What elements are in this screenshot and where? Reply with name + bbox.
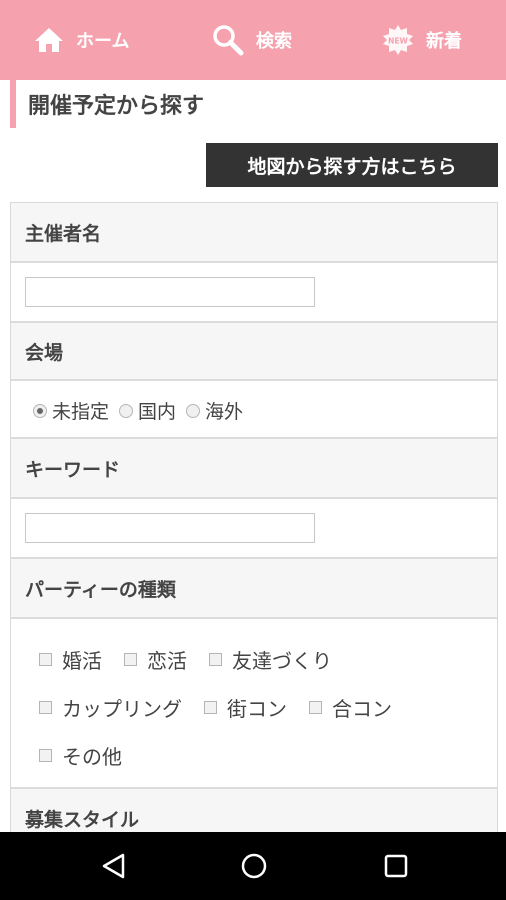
keyword-input[interactable]	[25, 513, 315, 543]
radio-button[interactable]	[119, 403, 134, 418]
nav-new[interactable]: NEW 新着	[382, 0, 462, 80]
venue-option-label: 国内	[138, 401, 177, 423]
checkbox[interactable]	[209, 652, 222, 666]
party-type-option-label: その他	[62, 744, 122, 769]
nav-search[interactable]: 検索	[212, 0, 292, 80]
circle-home-icon	[241, 853, 267, 879]
venue-option-domestic[interactable]: 国内	[119, 397, 176, 424]
party-type-option-label: カップリング	[62, 696, 182, 721]
venue-row: 未指定 国内 海外	[11, 381, 497, 439]
keyword-label: キーワード	[11, 439, 497, 499]
venue-radio-group: 未指定 国内 海外	[33, 397, 253, 424]
page-title: 開催予定から探す	[10, 80, 506, 128]
venue-option-overseas[interactable]: 海外	[186, 397, 243, 424]
checkbox[interactable]	[39, 652, 52, 666]
back-icon	[102, 853, 125, 879]
new-badge-text: NEW	[388, 37, 408, 46]
new-badge-icon: NEW	[382, 24, 414, 56]
radio-button[interactable]	[33, 403, 47, 418]
search-icon	[212, 24, 244, 56]
party-type-option[interactable]: 恋活	[124, 645, 187, 674]
party-type-option[interactable]: その他	[39, 741, 122, 770]
party-type-option-label: 婚活	[62, 648, 102, 673]
keyword-row	[11, 499, 497, 559]
venue-label: 会場	[11, 323, 497, 381]
checkbox[interactable]	[309, 700, 322, 714]
venue-option-label: 海外	[205, 401, 244, 423]
party-type-option-label: 友達づくり	[232, 648, 332, 673]
system-navigation-bar	[0, 832, 506, 900]
organizer-label: 主催者名	[11, 203, 497, 263]
recents-button[interactable]	[382, 852, 410, 880]
party-type-row: 婚活 恋活 友達づくり カップリング 街コン 合コン その他	[11, 619, 497, 789]
nav-new-label: 新着	[426, 31, 462, 52]
top-navigation: ホーム 検索 NEW 新着	[0, 0, 506, 80]
back-button[interactable]	[100, 852, 128, 880]
party-type-option[interactable]: 婚活	[39, 645, 102, 674]
recents-icon	[384, 854, 408, 878]
party-type-option[interactable]: 友達づくり	[209, 645, 332, 674]
party-type-option[interactable]: 合コン	[309, 693, 392, 722]
party-type-option[interactable]: 街コン	[204, 693, 287, 722]
checkbox[interactable]	[124, 652, 137, 666]
checkbox[interactable]	[39, 748, 52, 762]
nav-home[interactable]: ホーム	[34, 0, 129, 80]
home-button[interactable]	[240, 852, 268, 880]
party-type-option[interactable]: カップリング	[39, 693, 182, 722]
checkbox[interactable]	[39, 700, 52, 714]
organizer-row	[11, 263, 497, 323]
home-icon	[34, 27, 64, 53]
organizer-input[interactable]	[25, 277, 315, 307]
venue-option-label: 未指定	[52, 401, 110, 423]
nav-search-label: 検索	[256, 31, 292, 52]
party-type-option-label: 恋活	[147, 648, 187, 673]
radio-button[interactable]	[186, 403, 201, 418]
party-type-option-label: 街コン	[227, 696, 287, 721]
map-search-button[interactable]: 地図から探す方はこちら	[206, 143, 498, 187]
party-type-option-label: 合コン	[332, 696, 392, 721]
search-form: 主催者名 会場 未指定 国内 海外 キーワード パーティーの種類 婚活 恋活 友…	[10, 202, 498, 853]
venue-option-unspecified[interactable]: 未指定	[33, 397, 109, 424]
party-type-checkbox-group: 婚活 恋活 友達づくり カップリング 街コン 合コン その他	[39, 635, 497, 779]
nav-home-label: ホーム	[76, 31, 130, 52]
party-type-label: パーティーの種類	[11, 559, 497, 619]
checkbox[interactable]	[204, 700, 217, 714]
